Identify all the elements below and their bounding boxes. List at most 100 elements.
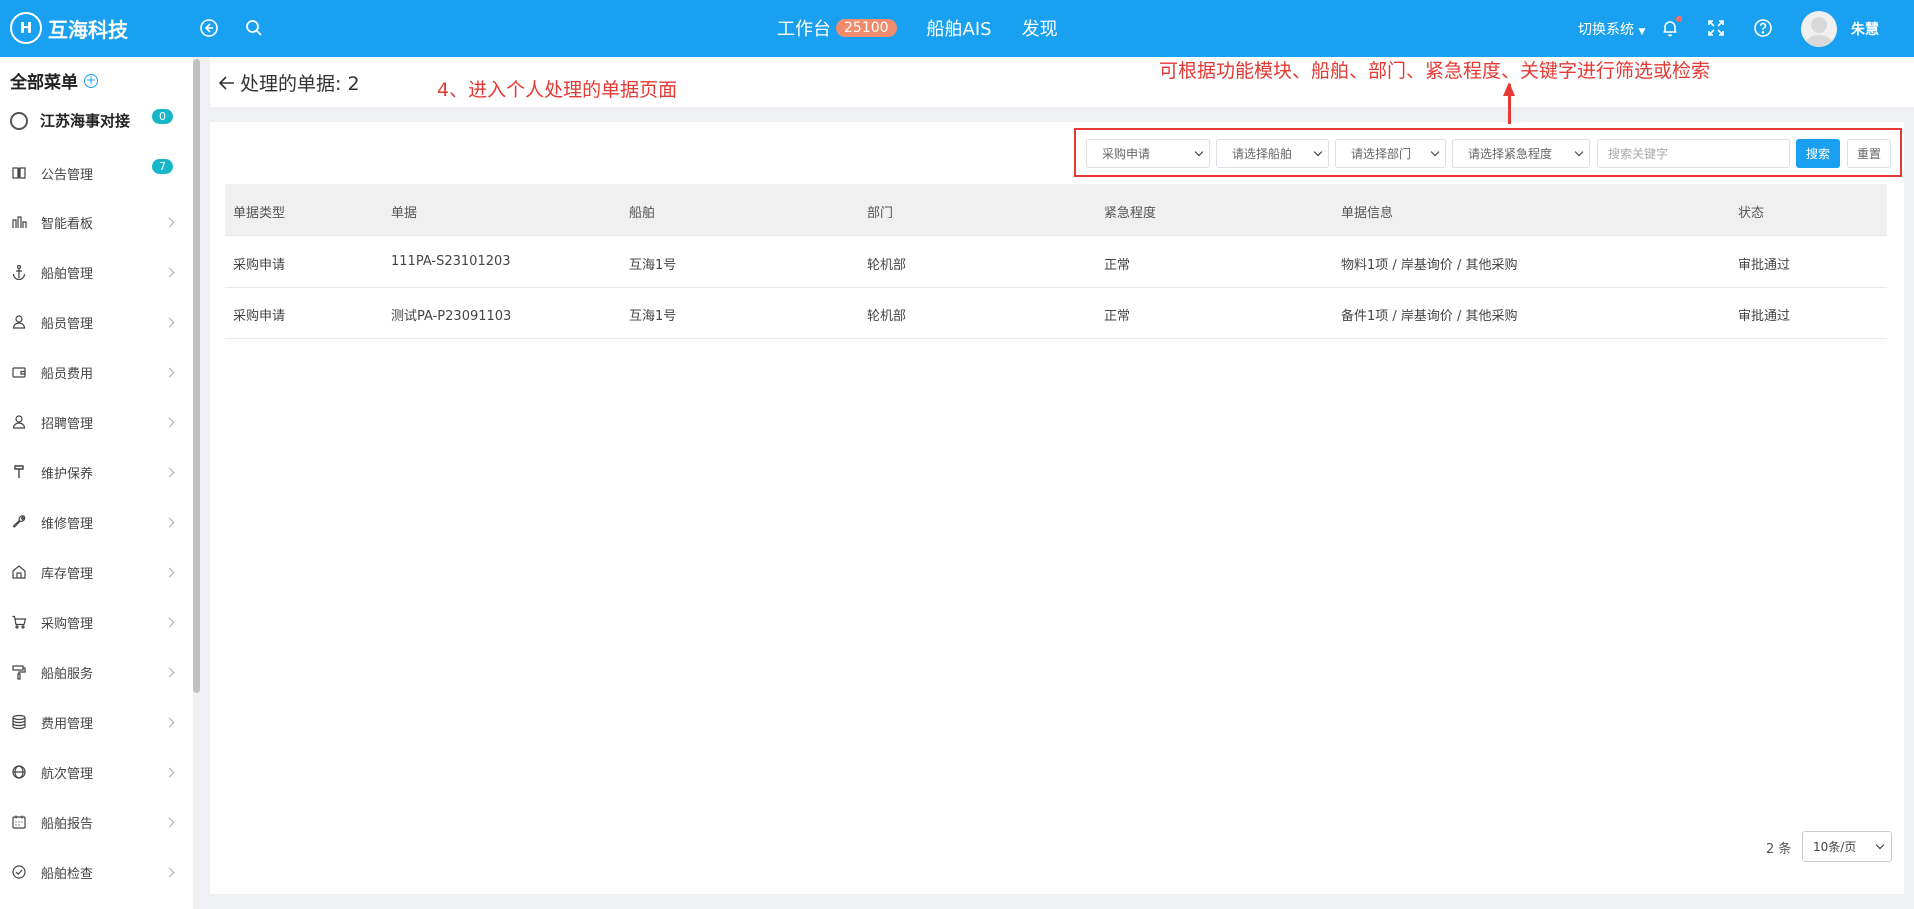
column-header[interactable]: 紧急程度 <box>1104 202 1156 221</box>
sidebar-item-label: 维护保养 <box>41 466 94 482</box>
sidebar-item-crew-expenses[interactable]: 船员费用 <box>0 352 190 392</box>
page-size-value: 10条/页 <box>1813 840 1857 854</box>
column-header[interactable]: 单据信息 <box>1341 202 1393 221</box>
sidebar-item-voyage-management[interactable]: 航次管理 <box>0 752 190 792</box>
page-size-select[interactable]: 10条/页 <box>1802 831 1892 862</box>
nav-ship-ais-label: 船舶AIS <box>926 19 992 40</box>
roller-icon <box>10 664 27 681</box>
urgency-select-value: 请选择紧急程度 <box>1468 147 1553 161</box>
person-icon <box>10 314 27 331</box>
notification-dot <box>1676 16 1682 22</box>
table-cell: 采购申请 <box>233 309 286 324</box>
sidebar-item-ship-services[interactable]: 船舶服务 <box>0 652 190 692</box>
ship-select-value: 请选择船舶 <box>1232 147 1293 161</box>
table-cell: 正常 <box>1104 309 1131 324</box>
search-icon[interactable] <box>243 17 265 39</box>
sidebar-item-ship-reports[interactable]: 船舶报告 <box>0 802 190 842</box>
keyword-search-input[interactable]: 搜索关键字 <box>1597 139 1790 168</box>
fullscreen-icon[interactable] <box>1705 17 1727 39</box>
sidebar-item-expense-management[interactable]: 费用管理 <box>0 702 190 742</box>
wallet-icon <box>10 364 27 381</box>
back-circle-icon[interactable] <box>198 17 220 39</box>
chevron-down-icon <box>1194 147 1204 157</box>
bell-icon[interactable] <box>1659 16 1682 39</box>
book-icon <box>10 165 27 182</box>
column-header[interactable]: 单据 <box>391 202 417 221</box>
module-select[interactable]: 采购申请 <box>1086 139 1210 168</box>
user-name[interactable]: 朱慧 <box>1851 19 1879 39</box>
check-circle-icon <box>10 864 27 881</box>
column-header[interactable]: 状态 <box>1738 202 1764 221</box>
ship-select[interactable]: 请选择船舶 <box>1216 139 1329 168</box>
workbench-badge: 25100 <box>836 19 897 37</box>
reset-button[interactable]: 重置 <box>1847 139 1891 168</box>
filter-hint-annotation: 可根据功能模块、船舶、部门、紧急程度、关键字进行筛选或检索 <box>1159 60 1711 82</box>
sidebar-item-label: 智能看板 <box>41 216 94 232</box>
sidebar-item-dashboard[interactable]: 智能看板 <box>0 202 190 242</box>
sidebar-item-recruitment[interactable]: 招聘管理 <box>0 402 190 442</box>
sidebar-item-ship-inspection[interactable]: 船舶检查 <box>0 852 190 892</box>
urgency-select[interactable]: 请选择紧急程度 <box>1452 139 1590 168</box>
table-cell: 轮机部 <box>867 258 907 273</box>
department-select[interactable]: 请选择部门 <box>1335 139 1446 168</box>
sidebar-item-label: 船员费用 <box>41 366 94 382</box>
nav-discover[interactable]: 发现 <box>1022 15 1058 41</box>
table-cell: 互海1号 <box>629 258 677 273</box>
table-cell: 采购申请 <box>233 258 286 273</box>
add-menu-icon[interactable]: + <box>84 73 98 88</box>
table-cell[interactable]: 测试PA-P23091103 <box>391 305 511 324</box>
chevron-right-icon <box>164 617 175 627</box>
nav-discover-label: 发现 <box>1021 19 1058 40</box>
arrow-left-icon <box>218 75 234 90</box>
table-cell: 审批通过 <box>1738 309 1791 324</box>
warehouse-icon <box>10 564 27 581</box>
cart-icon <box>10 614 27 631</box>
avatar[interactable] <box>1801 11 1837 47</box>
chevron-right-icon <box>164 417 175 427</box>
chevron-down-icon <box>1574 147 1584 157</box>
table-cell: 备件1项 / 岸基询价 / 其他采购 <box>1341 309 1518 324</box>
calendar-icon <box>10 814 27 831</box>
sidebar-item-procurement[interactable]: 采购管理 <box>0 602 190 642</box>
sidebar-item-label: 船舶服务 <box>41 666 94 682</box>
sidebar-item-repair[interactable]: 维修管理 <box>0 502 190 542</box>
sidebar-item-label: 船员管理 <box>41 316 94 332</box>
table-cell[interactable]: 111PA-S23101203 <box>391 254 511 269</box>
top-header: H 互海科技 工作台 25100 船舶AIS 发现 切换系统 ▼ 朱慧 <box>0 0 1914 57</box>
logo[interactable]: H 互海科技 <box>10 12 128 44</box>
search-button[interactable]: 搜索 <box>1796 139 1840 168</box>
pagination-total: 2 条 <box>1766 842 1792 857</box>
column-header[interactable]: 部门 <box>867 202 893 221</box>
column-header[interactable]: 单据类型 <box>233 202 285 221</box>
sidebar-item-label: 公告管理 <box>41 167 94 183</box>
sidebar-item-ship-management[interactable]: 船舶管理 <box>0 252 190 292</box>
sidebar-item-inventory[interactable]: 库存管理 <box>0 552 190 592</box>
help-icon[interactable] <box>1752 17 1774 39</box>
hammer-icon <box>10 464 27 481</box>
table-row[interactable]: 采购申请 测试PA-P23091103 互海1号 轮机部 正常 备件1项 / 岸… <box>225 288 1887 339</box>
org-label: 江苏海事对接 <box>40 112 131 130</box>
sidebar-item-label: 航次管理 <box>41 766 94 782</box>
chevron-right-icon <box>164 367 175 377</box>
chevron-right-icon <box>164 517 175 527</box>
all-menu-label: 全部菜单 <box>10 73 78 93</box>
logo-mark: H <box>10 12 42 44</box>
sidebar-scrollbar-thumb[interactable] <box>193 59 200 693</box>
nav-workbench[interactable]: 工作台 25100 <box>777 15 897 41</box>
sidebar-item-crew-management[interactable]: 船员管理 <box>0 302 190 342</box>
annotation-arrow-up-icon <box>1503 82 1515 96</box>
logo-text: 互海科技 <box>48 17 128 42</box>
sidebar-item-label: 费用管理 <box>41 716 94 732</box>
page-title: 处理的单据: 2 <box>240 73 360 95</box>
top-nav: 工作台 25100 船舶AIS 发现 <box>777 15 1088 41</box>
switch-system-dropdown[interactable]: 切换系统 ▼ <box>1578 19 1645 39</box>
back-title[interactable]: 处理的单据: 2 <box>218 69 360 96</box>
sidebar-item-label: 船舶检查 <box>41 866 94 882</box>
nav-ship-ais[interactable]: 船舶AIS <box>927 15 992 41</box>
table-cell: 互海1号 <box>629 309 677 324</box>
sidebar-item-label: 维修管理 <box>41 516 94 532</box>
sidebar-item-label: 库存管理 <box>41 566 94 582</box>
column-header[interactable]: 船舶 <box>629 202 655 221</box>
sidebar-item-maintenance[interactable]: 维护保养 <box>0 452 190 492</box>
table-row[interactable]: 采购申请 111PA-S23101203 互海1号 轮机部 正常 物料1项 / … <box>225 237 1887 288</box>
